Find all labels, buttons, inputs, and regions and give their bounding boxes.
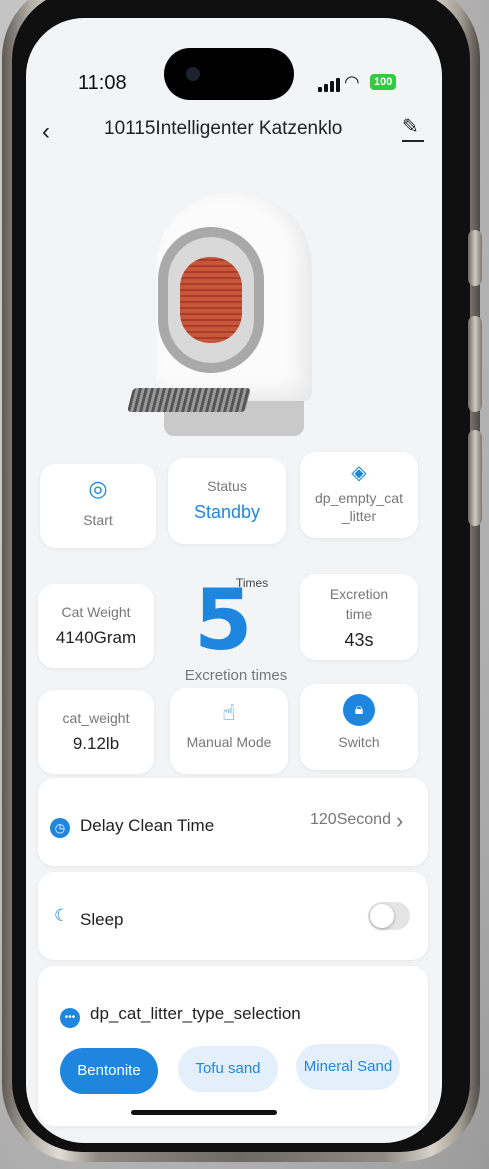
excretion-count: 5	[194, 571, 253, 669]
delay-clean-value: 120Second	[310, 811, 391, 828]
excretion-time-card: Excretion time 43s	[300, 574, 418, 660]
cat-weight-label: Cat Weight	[61, 604, 131, 620]
swirl-icon: ◎	[88, 476, 108, 501]
wifi-icon: ◠	[344, 72, 360, 92]
clock-icon: ◷	[50, 818, 70, 838]
status-time: 11:08	[78, 72, 127, 94]
moon-icon: ☾	[54, 906, 70, 925]
chevron-right-icon: ›	[396, 808, 404, 833]
delay-clean-label: Delay Clean Time	[80, 816, 215, 835]
action-button	[468, 230, 482, 286]
back-icon[interactable]: ‹	[42, 118, 50, 146]
status-value: Standby	[193, 502, 261, 522]
app-screen: 11:08 ◠ 100 ‹ 10115Intelligenter Katzenk…	[26, 18, 442, 1143]
sleep-toggle-knob	[370, 904, 394, 928]
device-door	[158, 227, 264, 373]
status-bar: 11:08 ◠ 100	[26, 70, 442, 100]
cat-weight-value: 4140Gram	[55, 628, 137, 647]
device-image	[127, 193, 334, 453]
device-drum	[180, 257, 242, 343]
device-door-inner	[168, 237, 254, 363]
litter-type-label: dp_cat_litter_type_selection	[90, 1004, 301, 1023]
status-card: Status Standby	[168, 458, 286, 544]
sleep-row: ☾ Sleep	[38, 872, 428, 960]
nav-header: ‹ 10115Intelligenter Katzenklo ✎	[26, 110, 442, 150]
empty-litter-label: dp_empty_cat _litter	[315, 490, 403, 524]
litter-option-tofu-sand[interactable]: Tofu sand	[178, 1046, 278, 1092]
manual-mode-card[interactable]: ☝ Manual Mode	[170, 688, 288, 774]
cube-icon: ◈	[351, 462, 367, 484]
cat-weight-card: Cat Weight 4140Gram	[38, 584, 154, 668]
hand-tap-icon: ☝	[222, 700, 236, 725]
battery-icon: 100	[370, 74, 397, 90]
signal-icon	[318, 78, 340, 92]
edit-icon[interactable]: ✎	[402, 114, 419, 139]
excretion-count-unit: Times	[236, 576, 269, 590]
page-title: 10115Intelligenter Katzenklo	[104, 118, 343, 139]
volume-down-button	[468, 430, 482, 526]
cat-weight-lb-value: 9.12lb	[72, 734, 120, 753]
excretion-time-value: 43s	[344, 630, 374, 650]
cat-weight-lb-card: cat_weight 9.12lb	[38, 690, 154, 774]
device-step-tray	[127, 388, 251, 412]
sleep-toggle[interactable]	[368, 902, 410, 930]
start-card[interactable]: ◎ Start	[40, 464, 156, 548]
start-label: Start	[83, 512, 113, 528]
dots-icon: •••	[60, 1008, 80, 1028]
litter-type-card: ••• dp_cat_litter_type_selection Bentoni…	[38, 966, 428, 1126]
litter-option-mineral-sand[interactable]: Mineral Sand	[296, 1044, 400, 1090]
device-body	[156, 193, 312, 401]
empty-litter-card[interactable]: ◈ dp_empty_cat _litter	[300, 452, 418, 538]
cat-weight-lb-label: cat_weight	[62, 710, 130, 726]
lock-icon: 🔒︎	[343, 694, 375, 726]
excretion-time-label: Excretion time	[329, 586, 389, 622]
sleep-label: Sleep	[80, 910, 124, 929]
edit-underline	[402, 140, 424, 142]
volume-up-button	[468, 316, 482, 412]
status-label: Status	[207, 478, 247, 494]
home-indicator[interactable]	[131, 1110, 277, 1115]
switch-label: Switch	[338, 734, 380, 750]
excretion-times-label: Excretion times	[184, 667, 288, 684]
switch-card[interactable]: 🔒︎ Switch	[300, 684, 418, 770]
manual-mode-label: Manual Mode	[186, 734, 272, 750]
litter-option-bentonite[interactable]: Bentonite	[60, 1048, 158, 1094]
delay-clean-row[interactable]: ◷ Delay Clean Time 120Second ›	[38, 778, 428, 866]
